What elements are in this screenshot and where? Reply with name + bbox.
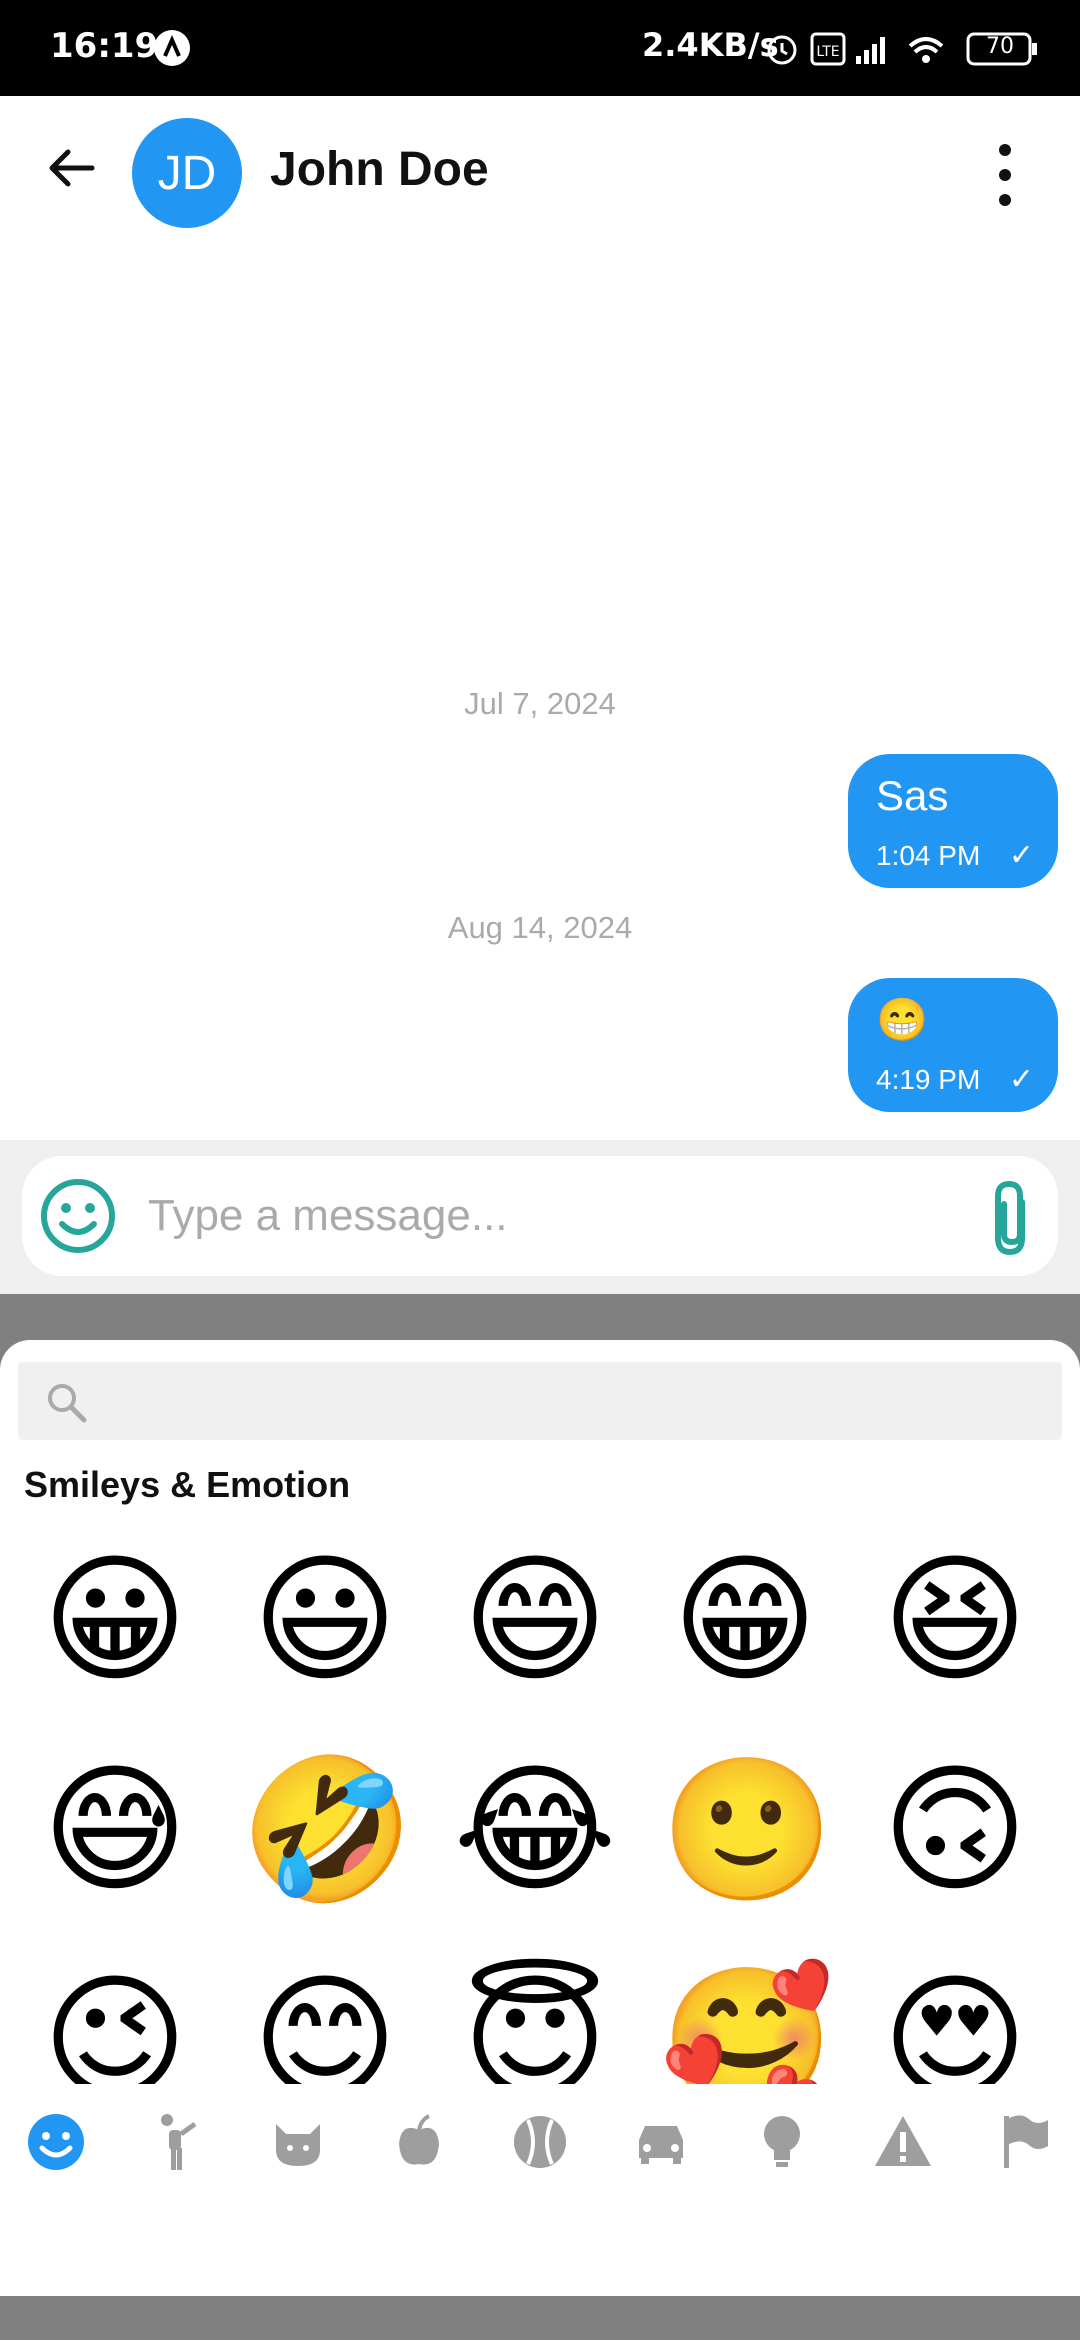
travel-icon [639, 2126, 683, 2164]
message-time: 1:04 PM [876, 840, 981, 871]
status-bar: 16:19 2.4KB/s LTE 70 [0, 0, 1080, 96]
sent-check-icon: ✓ [1008, 839, 1034, 872]
back-button[interactable] [36, 132, 108, 204]
contact-name[interactable]: John Doe [270, 142, 489, 197]
emoji-item[interactable]: 😂 [450, 1746, 620, 1916]
search-icon [48, 1384, 87, 1423]
wifi-icon [908, 37, 944, 63]
category-tab-symbols[interactable] [871, 2110, 935, 2174]
emoji-item[interactable]: 😊 [240, 1956, 410, 2084]
emoji-item[interactable]: 😍 [870, 1956, 1040, 2084]
composer-bar [0, 1140, 1080, 1294]
animals-icon [276, 2124, 320, 2166]
status-time: 16:19 [50, 26, 159, 66]
emoji-item[interactable]: 🙃 [870, 1746, 1040, 1916]
message-list[interactable]: Jul 7, 2024 Sas 1:04 PM ✓ Aug 14, 2024 😁… [0, 254, 1080, 1140]
category-tab-food[interactable] [387, 2110, 451, 2174]
emoji-button[interactable] [38, 1176, 118, 1256]
smileys-icon [28, 2114, 84, 2170]
status-icons: LTE [767, 32, 1037, 66]
system-nav-area [0, 2296, 1080, 2340]
emoji-item[interactable]: 😄 [450, 1536, 620, 1706]
emoji-item[interactable]: 😃 [240, 1536, 410, 1706]
attach-button[interactable] [982, 1176, 1042, 1260]
category-tab-smileys[interactable] [24, 2110, 88, 2174]
network-speed: 2.4KB/s [642, 26, 779, 64]
message-text: Sas [876, 772, 949, 819]
sent-check-icon: ✓ [1008, 1063, 1034, 1096]
emoji-picker: Smileys & Emotion 😀 😃 😄 😁 😆 😅 🤣 😂 🙂 🙃 😉 … [0, 1340, 1080, 2296]
message-input[interactable] [148, 1182, 968, 1250]
arrow-back-icon [49, 149, 95, 187]
objects-icon [764, 2116, 800, 2167]
emoji-item[interactable]: 😇 [450, 1956, 620, 2084]
category-tab-flags[interactable] [992, 2110, 1056, 2174]
message-text: 😁 [876, 996, 929, 1043]
signal-icon [856, 37, 885, 64]
emoji-search-input[interactable] [102, 1372, 1042, 1430]
flags-icon [1004, 2115, 1048, 2168]
svg-text:LTE: LTE [816, 44, 839, 60]
alarm-icon [767, 35, 797, 65]
activity-icon [514, 2116, 566, 2168]
more-options-button[interactable] [985, 140, 1025, 210]
more-vert-icon [999, 144, 1011, 206]
emoji-item[interactable]: 😁 [660, 1536, 830, 1706]
category-tab-activity[interactable] [508, 2110, 572, 2174]
app-notification-icon [154, 30, 190, 66]
date-separator: Aug 14, 2024 [447, 910, 633, 945]
category-tab-people[interactable] [145, 2110, 209, 2174]
chat-header: JD John Doe [0, 96, 1080, 254]
emoji-category-bar [0, 2088, 1080, 2198]
message-time: 4:19 PM [876, 1064, 981, 1095]
emoji-section-title: Smileys & Emotion [24, 1464, 351, 1505]
emoji-item[interactable]: 😉 [30, 1956, 200, 2084]
emoji-item[interactable]: 🥰 [660, 1956, 834, 2084]
emoji-item[interactable]: 😀 [30, 1536, 200, 1706]
emoji-item[interactable]: 😆 [870, 1536, 1040, 1706]
message-bubble[interactable]: Sas 1:04 PM ✓ [848, 754, 1058, 888]
emoji-item[interactable]: 🙂 [660, 1746, 834, 1916]
category-tab-travel[interactable] [629, 2110, 693, 2174]
date-separator: Jul 7, 2024 [464, 686, 616, 721]
paperclip-icon [995, 1180, 1025, 1256]
people-icon [161, 2114, 197, 2170]
emoji-icon [41, 1179, 115, 1253]
symbols-icon [875, 2116, 931, 2166]
avatar[interactable]: JD [132, 118, 242, 228]
category-tab-animals[interactable] [266, 2110, 330, 2174]
category-tab-objects[interactable] [750, 2110, 814, 2174]
food-icon [399, 2114, 439, 2165]
composer-box [22, 1156, 1058, 1276]
emoji-search[interactable] [18, 1362, 1062, 1440]
message-bubble[interactable]: 😁 4:19 PM ✓ [848, 978, 1058, 1112]
battery-level: 70 [986, 34, 1014, 59]
emoji-item[interactable]: 🤣 [240, 1746, 414, 1916]
emoji-grid[interactable]: 😀 😃 😄 😁 😆 😅 🤣 😂 🙂 🙃 😉 😊 😇 🥰 😍 [0, 1536, 1080, 2084]
volte-icon: LTE [810, 32, 846, 66]
emoji-item[interactable]: 😅 [30, 1746, 200, 1916]
